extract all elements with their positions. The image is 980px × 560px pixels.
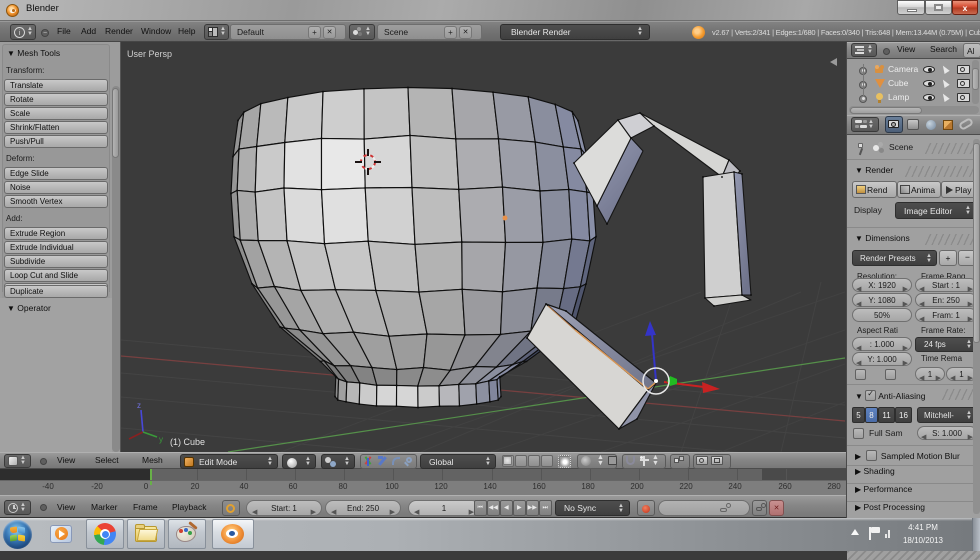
svg-text:z: z	[137, 401, 141, 410]
svg-text:y: y	[159, 435, 163, 444]
svg-text:(1) Cube: (1) Cube	[170, 437, 205, 447]
svg-text:User Persp: User Persp	[127, 49, 172, 59]
